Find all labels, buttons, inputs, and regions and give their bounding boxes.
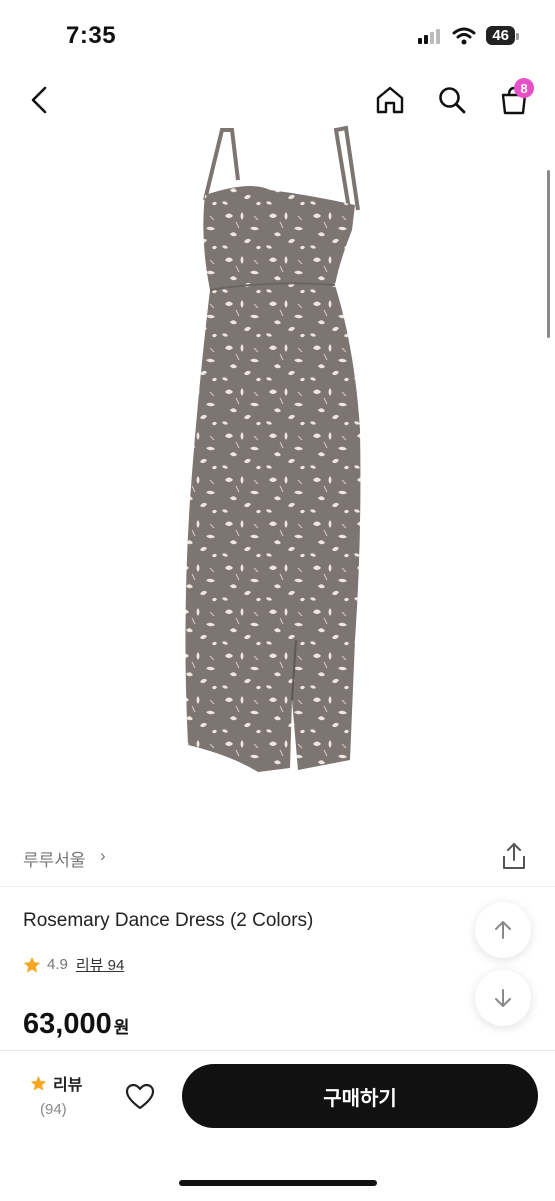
price-value: 63,000: [23, 1008, 112, 1040]
rating-row: 4.9 리뷰 94: [23, 954, 124, 975]
scroll-indicator[interactable]: [547, 170, 550, 338]
battery-indicator: 46: [486, 26, 519, 45]
cart-badge: 8: [514, 78, 534, 98]
status-time: 7:35: [66, 22, 117, 49]
signal-icon: [418, 28, 441, 44]
home-indicator: [179, 1180, 377, 1186]
share-icon: [503, 843, 525, 869]
review-summary-count: (94): [40, 1101, 67, 1118]
review-summary-label-row: 리뷰: [30, 1071, 90, 1095]
share-button[interactable]: [501, 842, 527, 875]
search-button[interactable]: [430, 78, 474, 122]
divider: [0, 886, 555, 887]
bottom-action-bar: 리뷰 (94) 구매하기: [0, 1050, 555, 1201]
wishlist-button[interactable]: [122, 1079, 158, 1115]
price-unit: 원: [113, 1018, 130, 1037]
price-row: 63,000 원: [23, 1008, 129, 1041]
arrow-up-icon: [495, 921, 511, 939]
brand-name[interactable]: 루루서울: [23, 846, 86, 871]
review-link[interactable]: 리뷰 94: [76, 954, 124, 975]
cart-button[interactable]: 8: [492, 78, 536, 122]
buy-button[interactable]: 구매하기: [182, 1064, 538, 1128]
wifi-icon: [452, 27, 476, 44]
arrow-down-icon: [495, 989, 511, 1007]
review-summary[interactable]: 리뷰 (94): [30, 1071, 90, 1118]
status-bar: 7:35 46: [0, 0, 555, 70]
heart-icon: [125, 1083, 155, 1110]
brand-row[interactable]: 루루서울 ›: [0, 838, 555, 876]
back-button[interactable]: [18, 78, 62, 122]
home-icon: [376, 86, 404, 114]
star-icon: [23, 956, 41, 972]
star-icon: [30, 1075, 47, 1091]
rating-value: 4.9: [47, 956, 68, 973]
brand-chevron: ›: [100, 846, 106, 865]
back-icon: [31, 86, 47, 114]
search-icon: [439, 87, 466, 114]
home-button[interactable]: [368, 78, 412, 122]
product-title: Rosemary Dance Dress (2 Colors): [23, 910, 314, 931]
status-icons: 46: [418, 26, 519, 45]
scroll-up-button[interactable]: [475, 902, 531, 958]
scroll-down-button[interactable]: [475, 970, 531, 1026]
product-image[interactable]: [0, 120, 555, 820]
review-summary-label: 리뷰: [53, 1077, 83, 1094]
